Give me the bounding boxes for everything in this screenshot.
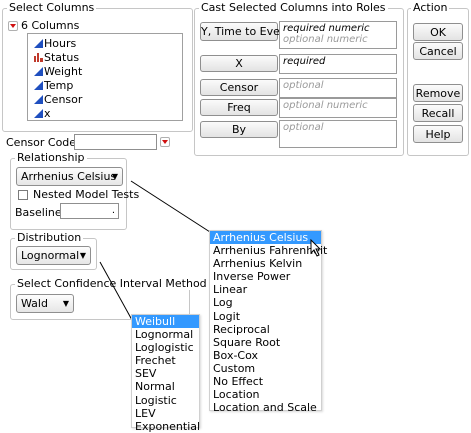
distribution-callout-line [99, 261, 133, 321]
distribution-menu: Weibull Lognormal Loglogistic Frechet SE… [131, 314, 200, 433]
relationship-option[interactable]: Inverse Power [210, 270, 321, 283]
relationship-option[interactable]: Arrhenius Fahrenheit [210, 244, 327, 257]
distribution-option[interactable]: Loglogistic [132, 341, 199, 354]
distribution-option[interactable]: Logistic [132, 394, 199, 407]
relationship-callout-line [130, 180, 211, 233]
relationship-option[interactable]: Arrhenius Kelvin [210, 257, 321, 270]
distribution-option[interactable]: Lognormal [132, 328, 199, 341]
relationship-option[interactable]: Arrhenius Celsius [210, 231, 321, 245]
distribution-option[interactable]: Normal [132, 380, 199, 393]
relationship-option[interactable]: Log [210, 296, 321, 309]
mouse-cursor-icon [310, 239, 322, 257]
distribution-option[interactable]: Frechet [132, 354, 199, 367]
distribution-option[interactable]: SEV [132, 367, 199, 380]
distribution-option[interactable]: LEV [132, 407, 199, 420]
distribution-option[interactable]: Weibull [132, 315, 199, 329]
relationship-option[interactable]: Location and Scale [210, 401, 321, 414]
relationship-option[interactable]: No Effect [210, 375, 321, 388]
relationship-option[interactable]: Square Root [210, 336, 321, 349]
distribution-option[interactable]: Exponential [132, 420, 200, 433]
relationship-option[interactable]: Reciprocal [210, 323, 321, 336]
relationship-menu: Arrhenius Celsius Arrhenius Fahrenheit A… [209, 230, 327, 414]
relationship-option[interactable]: Linear [210, 283, 321, 296]
relationship-option[interactable]: Logit [210, 310, 321, 323]
relationship-option[interactable]: Custom [210, 362, 321, 375]
relationship-option[interactable]: Location [210, 388, 321, 401]
relationship-option[interactable]: Box-Cox [210, 349, 321, 362]
